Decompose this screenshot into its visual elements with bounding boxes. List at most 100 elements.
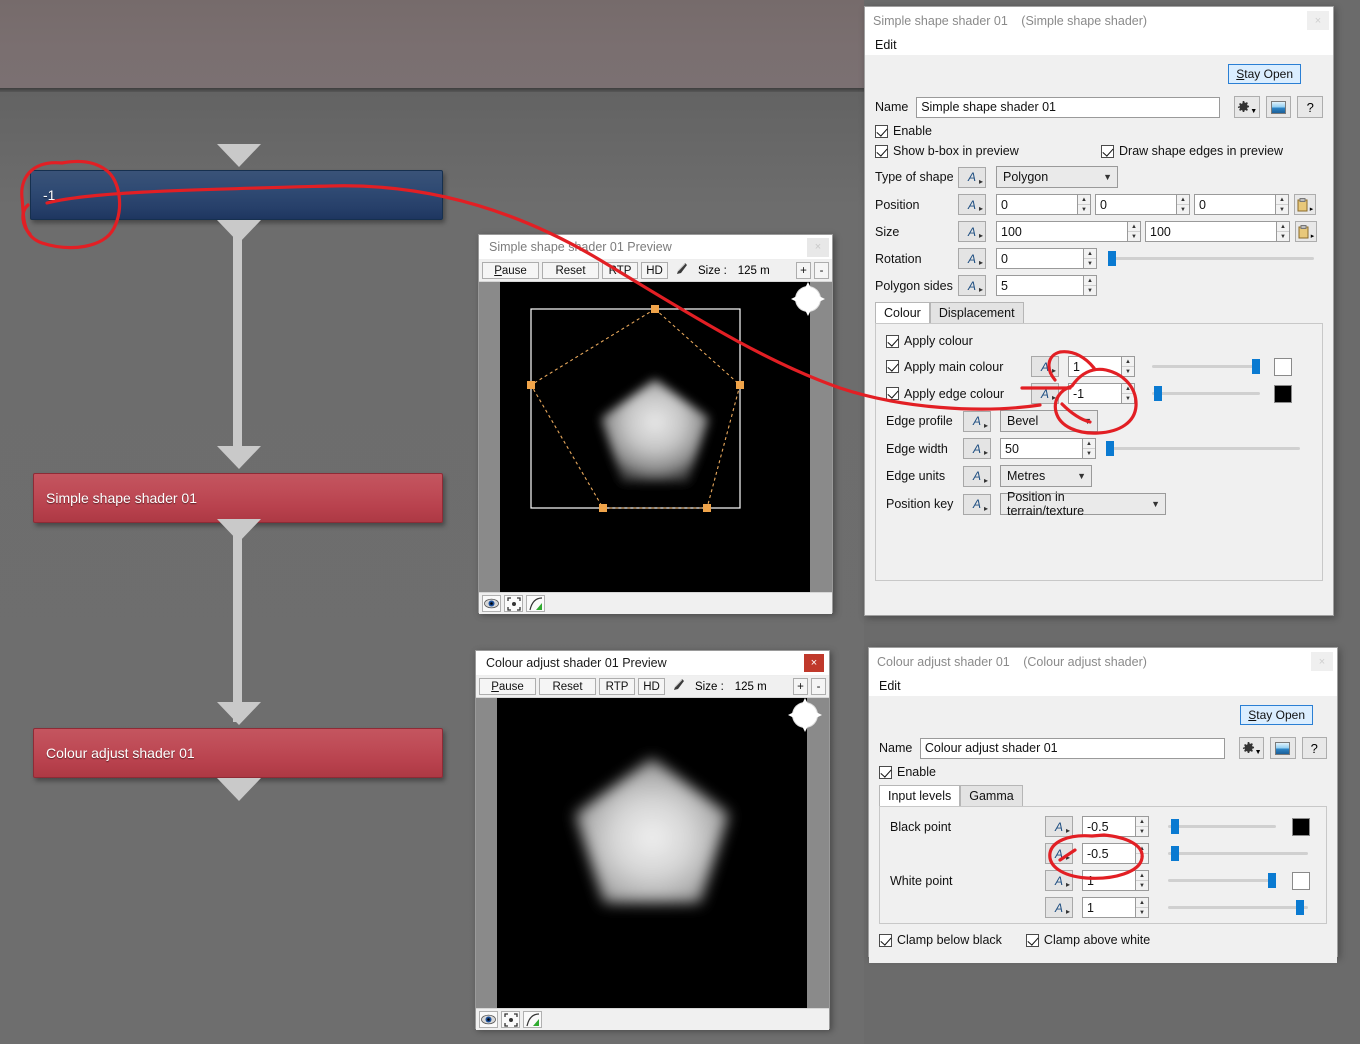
panel-colour-adjust-shader[interactable]: Colour adjust shader 01 (Colour adjust s… xyxy=(868,647,1338,963)
apply-edge-colour-stepper[interactable]: ▲ ▼ xyxy=(1122,383,1135,404)
tab-colour[interactable]: Colour xyxy=(875,302,930,323)
pause-button[interactable]: Pause xyxy=(482,262,539,279)
show-bbox-checkbox[interactable]: Show b-box in preview xyxy=(875,144,1101,158)
apply-edge-colour-checkbox[interactable]: Apply edge colour xyxy=(886,387,1031,401)
rotation-stepper[interactable]: ▲ ▼ xyxy=(1084,248,1097,269)
apply-main-colour-input[interactable]: 1 xyxy=(1068,356,1122,377)
stay-open-button[interactable]: Stay Open xyxy=(1240,705,1313,725)
function-assign-button[interactable]: A xyxy=(958,275,986,296)
slider-knob[interactable] xyxy=(1296,900,1304,915)
position-z-stepper[interactable]: ▲ ▼ xyxy=(1276,194,1289,215)
black-point-swatch[interactable] xyxy=(1292,817,1310,836)
clipboard-icon[interactable]: ▸ xyxy=(1295,221,1317,242)
node-simple-shape-shader[interactable]: Simple shape shader 01 xyxy=(33,473,443,523)
edge-colour-swatch[interactable] xyxy=(1274,384,1292,403)
zoom-out-button[interactable]: - xyxy=(814,262,829,279)
slider-knob[interactable] xyxy=(1171,819,1179,834)
slider-knob[interactable] xyxy=(1108,251,1116,266)
clamp-above-white-checkbox[interactable]: Clamp above white xyxy=(1025,933,1150,947)
edge-profile-select[interactable]: Bevel ▼ xyxy=(1000,410,1098,432)
zoom-out-button[interactable]: - xyxy=(811,678,826,695)
eye-icon[interactable] xyxy=(482,595,501,612)
clamp-below-black-checkbox[interactable]: Clamp below black xyxy=(879,933,1002,947)
help-button[interactable]: ? xyxy=(1297,96,1323,118)
size-x-input[interactable]: 100 xyxy=(996,221,1128,242)
apply-edge-colour-input[interactable]: -1 xyxy=(1068,383,1122,404)
zoom-in-button[interactable]: + xyxy=(793,678,808,695)
white-point-input-1[interactable]: 1 xyxy=(1082,870,1136,891)
edge-width-slider[interactable] xyxy=(1106,441,1300,456)
edge-width-input[interactable]: 50 xyxy=(1000,438,1083,459)
gear-icon[interactable]: ▼ xyxy=(1238,737,1265,759)
tab-gamma[interactable]: Gamma xyxy=(960,785,1023,806)
stay-open-button[interactable]: Stay Open xyxy=(1228,64,1301,84)
compass-icon[interactable] xyxy=(793,703,817,727)
position-key-select[interactable]: Position in terrain/texture ▼ xyxy=(1000,490,1166,518)
apply-edge-colour-slider[interactable] xyxy=(1152,386,1260,401)
enable-checkbox[interactable]: Enable xyxy=(879,765,936,779)
preview-footer-simple-shape[interactable] xyxy=(479,592,832,614)
preview-canvas-colour-adjust[interactable] xyxy=(497,698,807,1008)
slider-knob[interactable] xyxy=(1268,873,1276,888)
brush-icon[interactable] xyxy=(672,678,686,695)
pause-button[interactable]: Pause xyxy=(479,678,536,695)
slider-knob[interactable] xyxy=(1252,359,1260,374)
slider-knob[interactable] xyxy=(1106,441,1114,456)
rotation-input[interactable]: 0 xyxy=(996,248,1084,269)
slider-knob[interactable] xyxy=(1154,386,1162,401)
black-point-stepper-2[interactable]: ▲ ▼ xyxy=(1136,843,1149,864)
panel-titlebar-simple-shape[interactable]: Simple shape shader 01 (Simple shape sha… xyxy=(865,7,1333,34)
slider-knob[interactable] xyxy=(1171,846,1179,861)
close-icon[interactable]: × xyxy=(1307,11,1329,30)
panel-simple-shape-shader[interactable]: Simple shape shader 01 (Simple shape sha… xyxy=(864,6,1334,616)
rotation-slider[interactable] xyxy=(1108,251,1314,266)
edge-width-stepper[interactable]: ▲ ▼ xyxy=(1083,438,1096,459)
position-x-input[interactable]: 0 xyxy=(996,194,1078,215)
preview-toolbar-simple-shape[interactable]: Pause Reset RTP HD Size : 125 m + - xyxy=(479,260,832,282)
black-point-input-2[interactable]: -0.5 xyxy=(1082,843,1136,864)
white-point-slider-2[interactable] xyxy=(1168,900,1308,915)
close-icon[interactable]: × xyxy=(804,654,824,672)
function-assign-button[interactable]: A xyxy=(1031,356,1059,377)
clipboard-icon[interactable]: ▸ xyxy=(1294,194,1316,215)
hd-button[interactable]: HD xyxy=(641,262,668,279)
function-assign-button[interactable]: A xyxy=(958,194,986,215)
main-colour-swatch[interactable] xyxy=(1274,357,1292,376)
apply-colour-checkbox[interactable]: Apply colour xyxy=(886,334,973,348)
size-y-input[interactable]: 100 xyxy=(1145,221,1277,242)
preview-window-simple-shape[interactable]: Simple shape shader 01 Preview × Pause R… xyxy=(478,234,833,614)
function-assign-button[interactable]: A xyxy=(963,410,991,432)
type-of-shape-select[interactable]: Polygon ▼ xyxy=(996,166,1118,188)
preview-window-colour-adjust[interactable]: Colour adjust shader 01 Preview × Pause … xyxy=(475,650,830,1030)
shape-tabs[interactable]: Colour Displacement xyxy=(875,302,1323,323)
brush-icon[interactable] xyxy=(675,262,689,279)
preview-swatch-button[interactable] xyxy=(1270,737,1296,759)
close-icon[interactable]: × xyxy=(807,237,829,257)
white-point-input-2[interactable]: 1 xyxy=(1082,897,1136,918)
black-point-stepper-1[interactable]: ▲ ▼ xyxy=(1136,816,1149,837)
preview-toolbar-colour-adjust[interactable]: Pause Reset RTP HD Size : 125 m + - xyxy=(476,676,829,698)
zoom-in-button[interactable]: + xyxy=(796,262,811,279)
function-assign-button[interactable]: A xyxy=(958,248,986,269)
apply-main-colour-stepper[interactable]: ▲ ▼ xyxy=(1122,356,1135,377)
function-assign-button[interactable]: A xyxy=(1045,870,1073,891)
polygon-sides-input[interactable]: 5 xyxy=(996,275,1084,296)
panel-menu-edit[interactable]: Edit xyxy=(865,34,1333,55)
curve-icon[interactable] xyxy=(523,1011,542,1028)
apply-main-colour-checkbox[interactable]: Apply main colour xyxy=(886,360,1031,374)
function-assign-button[interactable]: A xyxy=(1045,843,1073,864)
fit-icon[interactable] xyxy=(504,595,523,612)
polygon-sides-stepper[interactable]: ▲ ▼ xyxy=(1084,275,1097,296)
black-point-slider-1[interactable] xyxy=(1168,819,1276,834)
white-point-stepper-1[interactable]: ▲ ▼ xyxy=(1136,870,1149,891)
close-icon[interactable]: × xyxy=(1311,652,1333,671)
preview-canvas-simple-shape[interactable] xyxy=(500,282,810,592)
white-point-swatch[interactable] xyxy=(1292,871,1310,890)
function-assign-button[interactable]: A xyxy=(958,221,986,242)
tab-input-levels[interactable]: Input levels xyxy=(879,785,961,806)
position-y-input[interactable]: 0 xyxy=(1095,194,1177,215)
preview-titlebar-colour-adjust[interactable]: Colour adjust shader 01 Preview × xyxy=(476,651,829,676)
function-assign-button[interactable]: A xyxy=(963,438,991,459)
colour-adjust-tabs[interactable]: Input levels Gamma xyxy=(879,785,1327,806)
black-point-slider-2[interactable] xyxy=(1168,846,1308,861)
